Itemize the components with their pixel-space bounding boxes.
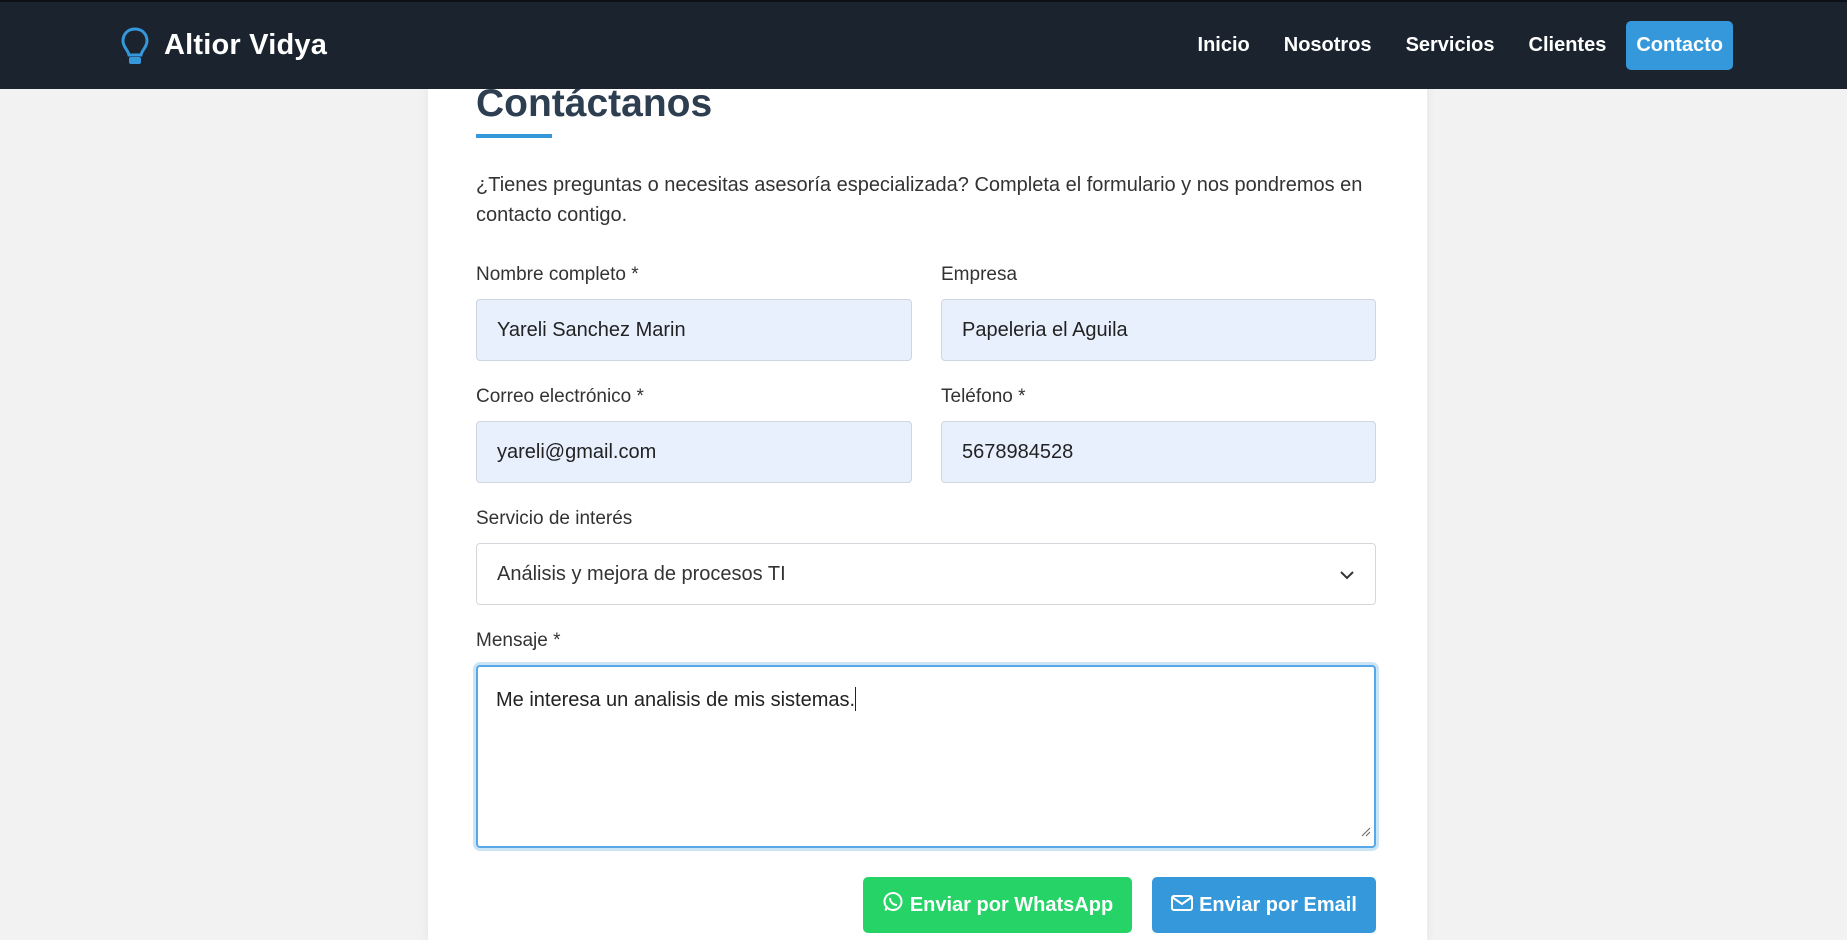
resize-handle-icon[interactable] — [1361, 820, 1371, 843]
service-select[interactable]: Análisis y mejora de procesos TI — [476, 543, 1376, 605]
service-selected-value: Análisis y mejora de procesos TI — [497, 562, 786, 585]
phone-field[interactable]: 5678984528 — [941, 421, 1376, 483]
name-field[interactable]: Yareli Sanchez Marin — [476, 299, 912, 361]
company-field[interactable]: Papeleria el Aguila — [941, 299, 1376, 361]
service-label: Servicio de interés — [476, 508, 633, 529]
nav-links: Inicio Nosotros Servicios Clientes Conta… — [1184, 21, 1733, 70]
whatsapp-icon — [882, 891, 904, 919]
intro-text: ¿Tienes preguntas o necesitas asesoría e… — [476, 174, 1363, 226]
email-label: Correo electrónico * — [476, 386, 644, 407]
nav-link-nosotros[interactable]: Nosotros — [1270, 22, 1386, 69]
email-button-label: Enviar por Email — [1199, 893, 1357, 916]
nav-link-servicios[interactable]: Servicios — [1392, 22, 1509, 69]
email-value: yareli@gmail.com — [497, 440, 657, 463]
nav-link-inicio[interactable]: Inicio — [1184, 22, 1264, 69]
company-value: Papeleria el Aguila — [962, 318, 1128, 341]
message-label: Mensaje * — [476, 630, 561, 651]
phone-value: 5678984528 — [962, 440, 1074, 463]
message-value: Me interesa un analisis de mis sistemas. — [496, 689, 856, 711]
lightbulb-icon — [118, 26, 152, 66]
whatsapp-button-label: Enviar por WhatsApp — [909, 893, 1114, 916]
navbar: Altior Vidya Inicio Nosotros Servicios C… — [0, 0, 1847, 89]
text-caret — [855, 687, 857, 711]
chevron-down-icon — [1339, 563, 1355, 586]
brand-logo[interactable]: Altior Vidya — [118, 26, 327, 66]
email-field[interactable]: yareli@gmail.com — [476, 421, 912, 483]
message-textarea[interactable]: Me interesa un analisis de mis sistemas. — [476, 665, 1376, 848]
brand-name: Altior Vidya — [164, 29, 328, 61]
phone-label: Teléfono * — [941, 386, 1026, 407]
name-label: Nombre completo * — [476, 264, 639, 285]
whatsapp-button[interactable]: Enviar por WhatsApp — [863, 877, 1132, 933]
email-button[interactable]: Enviar por Email — [1152, 877, 1376, 933]
name-value: Yareli Sanchez Marin — [497, 318, 686, 341]
envelope-icon — [1171, 894, 1194, 917]
nav-link-contacto[interactable]: Contacto — [1626, 21, 1733, 70]
title-underline — [476, 134, 552, 138]
company-label: Empresa — [941, 264, 1018, 285]
nav-link-clientes[interactable]: Clientes — [1515, 22, 1621, 69]
